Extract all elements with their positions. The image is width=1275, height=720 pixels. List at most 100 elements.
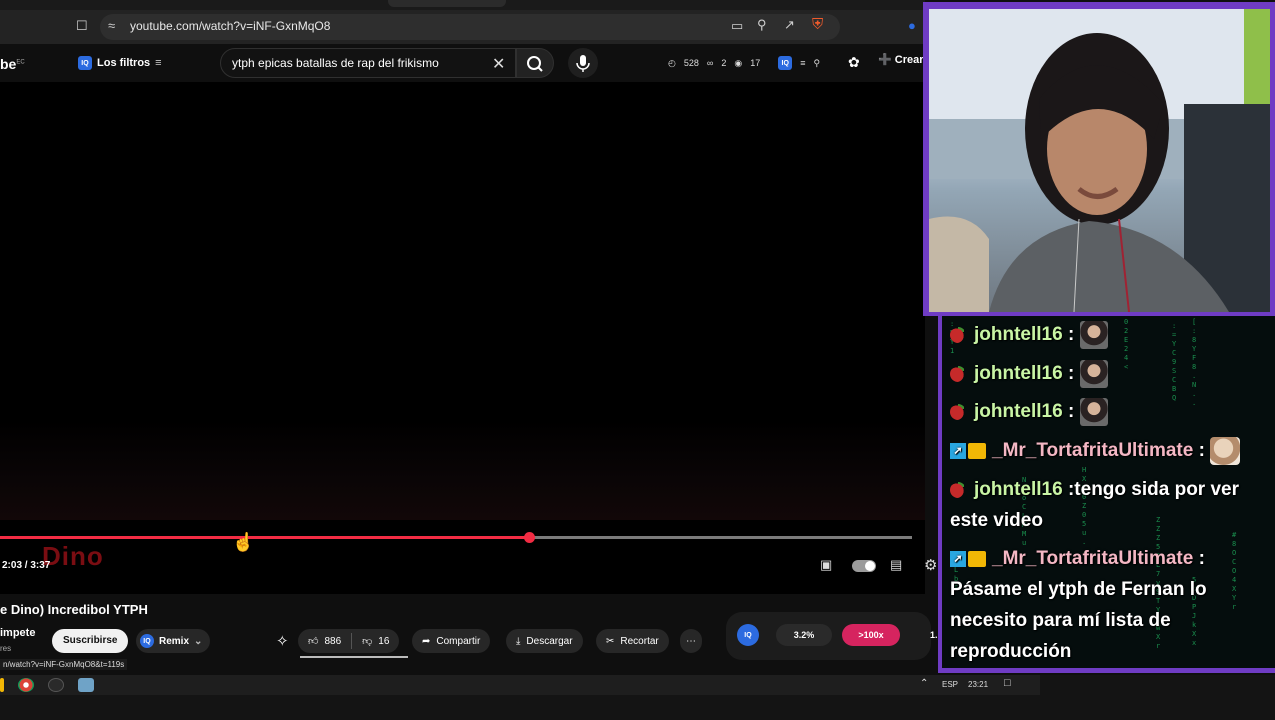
share-button[interactable]: ➦ Compartir xyxy=(412,629,491,653)
crown-badge-icon xyxy=(968,550,986,567)
language-indicator[interactable]: ESP xyxy=(942,680,958,689)
create-button[interactable]: ➕ Crear xyxy=(878,53,924,66)
search-icon xyxy=(527,56,543,72)
extension-stats: ◴ 528 ∞ 2 ◉ 17 IQ ≡ ⚲ xyxy=(668,56,821,70)
chat-username: _Mr_TortafritaUltimate xyxy=(992,548,1194,569)
eye-icon: ◉ xyxy=(734,57,743,68)
chat-text-continued: este video xyxy=(950,510,1043,531)
video-gradient xyxy=(0,420,925,520)
time-display: 2:03 / 3:37 xyxy=(2,560,51,571)
more-actions-button[interactable]: ⋯ xyxy=(680,629,702,653)
iq-stat-ratio: 3.2% xyxy=(776,624,832,646)
site-settings-icon[interactable]: ≈ xyxy=(108,19,115,32)
cherry-badge-icon xyxy=(950,403,966,420)
bookmark-icon[interactable]: ☐ xyxy=(76,19,88,32)
clock[interactable]: 23:21 xyxy=(968,680,988,689)
extension-icon[interactable]: ● xyxy=(908,19,916,32)
channel-name[interactable]: impete xyxy=(0,627,35,639)
thumbs-down-icon[interactable]: 👎︎ xyxy=(362,635,372,647)
autoplay-toggle[interactable] xyxy=(852,560,876,572)
pin-badge-icon: ➚ xyxy=(950,442,966,459)
cherry-badge-icon xyxy=(950,365,966,382)
chat-message: johntell16 :tengo sida por ver xyxy=(950,474,1239,505)
cherry-badge-icon xyxy=(950,326,966,343)
like-ratio-bar xyxy=(300,656,408,658)
chevron-down-icon: ⌄ xyxy=(194,635,203,647)
chat-username: _Mr_TortafritaUltimate xyxy=(992,440,1194,461)
matrix-rain-decoration: [ : 8 Y F 8 . N . . xyxy=(1192,318,1197,407)
pin-badge-icon: ➚ xyxy=(950,550,966,567)
thumbs-up-icon: 👍︎ xyxy=(308,636,319,647)
search-input[interactable]: ytph epicas batallas de rap del frikismo xyxy=(232,56,439,70)
sparkle-icon[interactable]: ✧ xyxy=(276,634,289,649)
taskbar xyxy=(0,675,1275,720)
like-button[interactable]: 👍︎ 886 👎︎ 16 xyxy=(298,629,400,653)
chrome-icon[interactable] xyxy=(18,678,34,692)
progress-played xyxy=(0,536,529,539)
iq-stat-extra: 1. xyxy=(930,630,938,640)
webcam-feed xyxy=(929,9,1270,312)
more-icon: ⋯ xyxy=(686,635,696,647)
matrix-rain-decoration: : = Y C 9 S C B Q xyxy=(1172,322,1177,402)
matrix-rain-decoration: # 8 O C O 4 X Y r xyxy=(1232,531,1237,611)
obs-icon[interactable] xyxy=(48,678,64,692)
filters-button[interactable]: IQ Los filtros ≡ xyxy=(78,52,162,74)
iq-stat-multiplier: >100x xyxy=(842,624,900,646)
url-text: youtube.com/watch?v=iNF-GxnMqO8 xyxy=(130,19,331,33)
clip-button[interactable]: ✂ Recortar xyxy=(596,629,669,653)
chat-username: johntell16 xyxy=(974,363,1063,384)
youtube-logo[interactable]: beEC xyxy=(0,56,25,72)
brave-shield-icon[interactable]: ⛨ xyxy=(812,17,823,32)
settings-gear-icon[interactable]: ⚙ xyxy=(924,556,937,574)
zoom-icon[interactable]: ⚲ xyxy=(757,18,767,31)
face-emote-icon xyxy=(1079,320,1108,349)
iq-logo-icon[interactable]: IQ xyxy=(737,624,759,646)
notepad-icon[interactable] xyxy=(78,678,94,692)
share-arrow-icon: ➦ xyxy=(422,635,431,647)
chat-message: johntell16 : xyxy=(950,319,1108,350)
tray-chevron-icon[interactable]: ⌃ xyxy=(920,678,928,689)
iq-icon: IQ xyxy=(78,56,92,70)
face-emote-icon xyxy=(1079,359,1108,388)
voice-search-button[interactable] xyxy=(568,48,598,78)
share-icon[interactable]: ↗ xyxy=(784,18,795,31)
search-button[interactable] xyxy=(516,48,554,78)
views-icon: ◴ xyxy=(668,57,676,68)
download-button[interactable]: ⤓ Descargar xyxy=(506,629,583,653)
subscribe-button[interactable]: Suscribirse xyxy=(52,629,129,653)
matrix-rain-decoration: 0 2 E 2 4 < xyxy=(1124,318,1129,371)
scissors-icon: ✂ xyxy=(606,635,615,647)
remix-button[interactable]: IQ Remix ⌄ xyxy=(136,629,211,653)
chat-username: johntell16 xyxy=(974,401,1063,422)
chat-username: johntell16 xyxy=(974,324,1063,345)
subtitles-icon[interactable]: ▤ xyxy=(890,557,902,573)
explorer-icon[interactable] xyxy=(0,678,4,692)
chat-message: ➚ _Mr_TortafritaUltimate : xyxy=(950,435,1241,466)
progress-scrubber[interactable] xyxy=(524,532,535,543)
chat-frame-bottom xyxy=(938,668,1275,673)
cat-emote-icon xyxy=(1210,436,1241,465)
microphone-icon xyxy=(576,55,590,72)
chat-text-continued: reproducción xyxy=(950,641,1072,662)
browser-tab-strip xyxy=(0,0,925,10)
notifications-icon[interactable]: ✿ xyxy=(848,55,860,69)
chat-text: tengo sida por ver xyxy=(1074,479,1239,500)
trophy-icon: ⚲ xyxy=(813,57,821,68)
screen-cast-icon[interactable]: ▭ xyxy=(731,19,743,32)
browser-tab[interactable] xyxy=(388,0,506,7)
clear-search-icon[interactable]: ✕ xyxy=(492,54,505,74)
mouse-pointer-icon: ☝ xyxy=(232,532,255,552)
chat-message: johntell16 : xyxy=(950,358,1108,389)
filter-sliders-icon: ≡ xyxy=(155,57,162,69)
link-icon: ∞ xyxy=(706,58,714,68)
notification-center-icon[interactable]: □ xyxy=(1004,677,1011,689)
video-overlay-text: Dino xyxy=(42,541,104,571)
iq-player-icon[interactable]: ▣ xyxy=(820,557,832,573)
link-status-bar: n/watch?v=iNF-GxnMqO8&t=119s xyxy=(0,659,128,670)
face-emote-icon xyxy=(1079,397,1108,426)
filters-label: Los filtros xyxy=(97,57,151,69)
iq-icon-3: IQ xyxy=(140,634,154,648)
crown-badge-icon xyxy=(968,442,986,459)
chat-frame-left xyxy=(938,316,942,672)
chat-message: johntell16 : xyxy=(950,396,1108,427)
